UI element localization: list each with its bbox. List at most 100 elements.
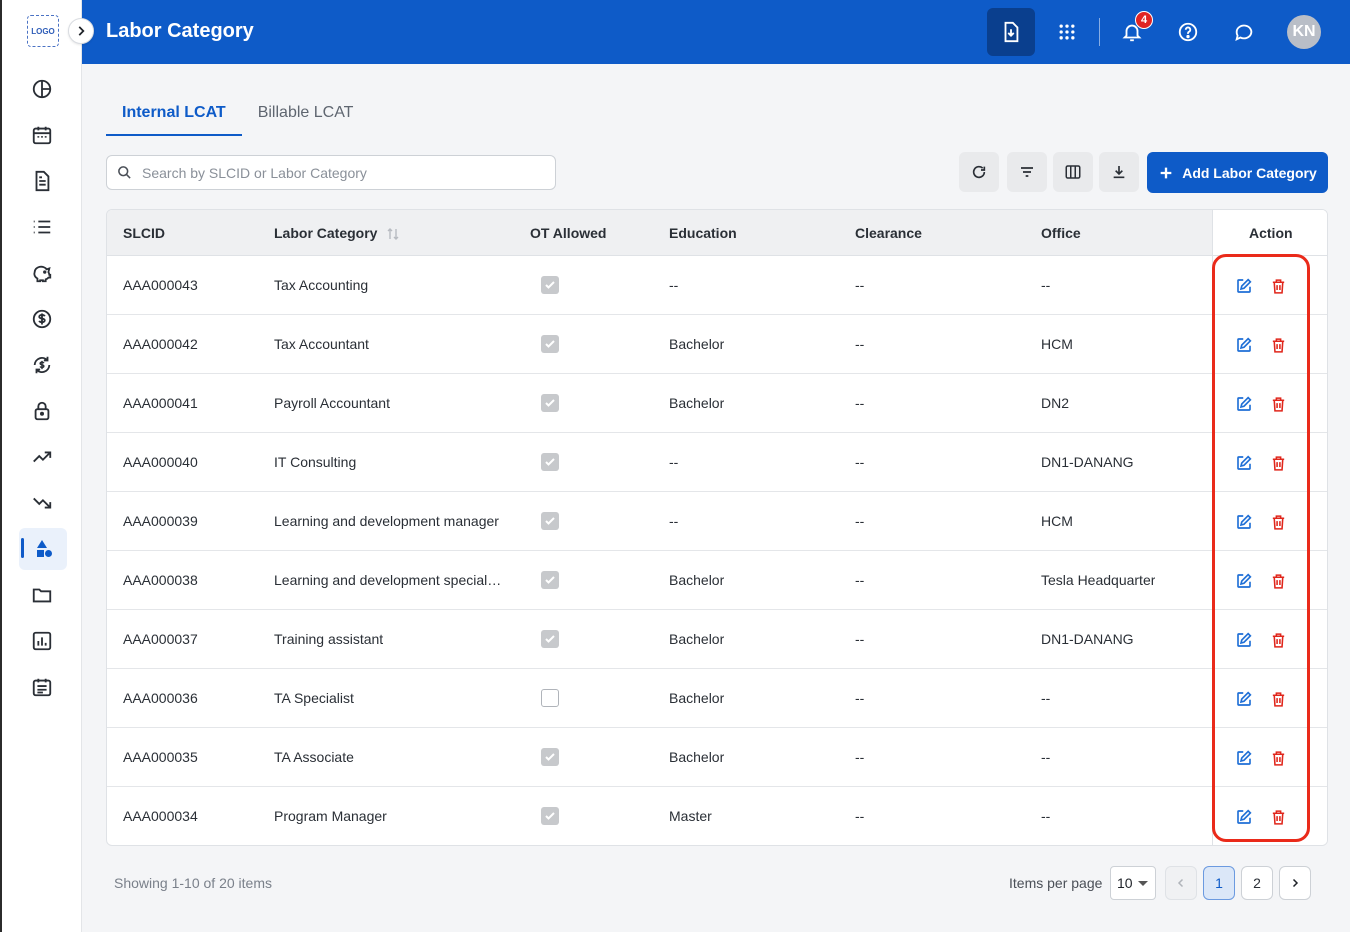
download-button[interactable] <box>1099 152 1139 192</box>
delete-button[interactable] <box>1268 689 1288 709</box>
sidebar: LOGO <box>0 0 82 932</box>
edit-button[interactable] <box>1234 394 1254 414</box>
sidebar-expand-button[interactable] <box>68 18 94 44</box>
delete-button[interactable] <box>1268 571 1288 591</box>
export-document-button[interactable] <box>987 8 1035 56</box>
page-button-1[interactable]: 1 <box>1203 866 1235 900</box>
edit-button[interactable] <box>1234 689 1254 709</box>
add-labor-category-button[interactable]: Add Labor Category <box>1147 152 1328 193</box>
search-box[interactable] <box>106 155 556 190</box>
edit-icon <box>1237 573 1252 588</box>
nav-budget[interactable] <box>2 250 82 296</box>
help-button[interactable] <box>1164 8 1212 56</box>
chat-bubble-icon <box>1235 24 1253 42</box>
nav-expenses[interactable] <box>2 480 82 526</box>
columns-button[interactable] <box>1053 152 1093 192</box>
delete-button[interactable] <box>1268 276 1288 296</box>
dollar-icon <box>32 309 52 329</box>
cell-office: HCM <box>1041 336 1073 352</box>
column-header-ot-allowed[interactable]: OT Allowed <box>530 225 606 241</box>
cell-labor-category: Program Manager <box>274 808 387 824</box>
action-column: Action <box>1212 210 1327 845</box>
pagination-summary: Showing 1-10 of 20 items <box>114 875 272 891</box>
cell-labor-category: TA Specialist <box>274 690 354 706</box>
delete-button[interactable] <box>1268 394 1288 414</box>
nav-documents[interactable] <box>2 158 82 204</box>
delete-button[interactable] <box>1268 512 1288 532</box>
nav-folders[interactable] <box>2 572 82 618</box>
nav-schedule[interactable] <box>2 664 82 710</box>
nav-dashboard[interactable] <box>2 66 82 112</box>
action-cell <box>1213 256 1327 315</box>
cell-education: -- <box>669 277 679 293</box>
delete-button[interactable] <box>1268 748 1288 768</box>
app-logo[interactable]: LOGO <box>27 15 59 47</box>
cell-office: Tesla Headquarter <box>1041 572 1156 588</box>
nav-security[interactable] <box>2 388 82 434</box>
cell-clearance: -- <box>855 690 865 706</box>
column-header-action: Action <box>1249 225 1293 241</box>
nav-calendar[interactable] <box>2 112 82 158</box>
tab-internal-lcat[interactable]: Internal LCAT <box>106 92 242 136</box>
checkmark-icon <box>545 517 555 525</box>
delete-button[interactable] <box>1268 453 1288 473</box>
nav-reports[interactable] <box>2 618 82 664</box>
cell-education: Bachelor <box>669 395 725 411</box>
sidebar-nav <box>2 66 82 710</box>
cell-education: -- <box>669 454 679 470</box>
nav-revenue[interactable] <box>2 434 82 480</box>
items-per-page-select[interactable]: 10 <box>1110 866 1156 900</box>
ot-allowed-checkbox <box>541 276 559 294</box>
column-header-office[interactable]: Office <box>1041 225 1081 241</box>
cell-office: -- <box>1041 808 1051 824</box>
edit-button[interactable] <box>1234 630 1254 650</box>
edit-button[interactable] <box>1234 453 1254 473</box>
column-header-slcid[interactable]: SLCID <box>123 225 165 241</box>
document-download-icon <box>1004 21 1019 43</box>
refresh-button[interactable] <box>959 152 999 192</box>
apps-button[interactable] <box>1043 8 1091 56</box>
delete-button[interactable] <box>1268 335 1288 355</box>
items-per-page-label: Items per page <box>1009 875 1103 891</box>
sort-icon[interactable] <box>387 227 399 241</box>
document-icon <box>35 170 50 192</box>
delete-button[interactable] <box>1268 630 1288 650</box>
edit-button[interactable] <box>1234 571 1254 591</box>
edit-icon <box>1237 278 1252 293</box>
plus-icon <box>1160 167 1172 178</box>
delete-button[interactable] <box>1268 807 1288 827</box>
nav-exchange[interactable] <box>2 342 82 388</box>
labor-category-table: SLCID Labor Category OT Allowed Educatio… <box>106 209 1328 846</box>
column-header-labor-category[interactable]: Labor Category <box>274 225 399 241</box>
nav-list[interactable] <box>2 204 82 250</box>
cell-labor-category: IT Consulting <box>274 454 357 470</box>
edit-button[interactable] <box>1234 276 1254 296</box>
lock-icon <box>34 401 50 421</box>
column-header-clearance[interactable]: Clearance <box>855 225 922 241</box>
nav-labor-category[interactable] <box>2 526 82 572</box>
edit-button[interactable] <box>1234 335 1254 355</box>
edit-button[interactable] <box>1234 748 1254 768</box>
cell-clearance: -- <box>855 572 865 588</box>
page-button-2[interactable]: 2 <box>1241 866 1273 900</box>
shapes-icon <box>37 540 52 557</box>
column-header-education[interactable]: Education <box>669 225 737 241</box>
next-page-button[interactable] <box>1279 866 1311 900</box>
table-row: AAA000042 Tax Accountant Bachelor -- HCM <box>107 315 1327 374</box>
tab-billable-lcat[interactable]: Billable LCAT <box>242 92 370 136</box>
user-avatar[interactable]: KN <box>1287 15 1321 49</box>
cell-office: -- <box>1041 690 1051 706</box>
notifications-button[interactable]: 4 <box>1108 8 1156 56</box>
edit-button[interactable] <box>1234 807 1254 827</box>
ot-allowed-checkbox <box>541 807 559 825</box>
trash-icon <box>1272 337 1284 353</box>
cell-slcid: AAA000034 <box>123 808 198 824</box>
chat-button[interactable] <box>1220 8 1268 56</box>
edit-button[interactable] <box>1234 512 1254 532</box>
filter-button[interactable] <box>1007 152 1047 192</box>
cell-slcid: AAA000038 <box>123 572 198 588</box>
checkmark-icon <box>545 399 555 407</box>
search-input[interactable] <box>142 164 522 181</box>
nav-finance[interactable] <box>2 296 82 342</box>
previous-page-button[interactable] <box>1165 866 1197 900</box>
